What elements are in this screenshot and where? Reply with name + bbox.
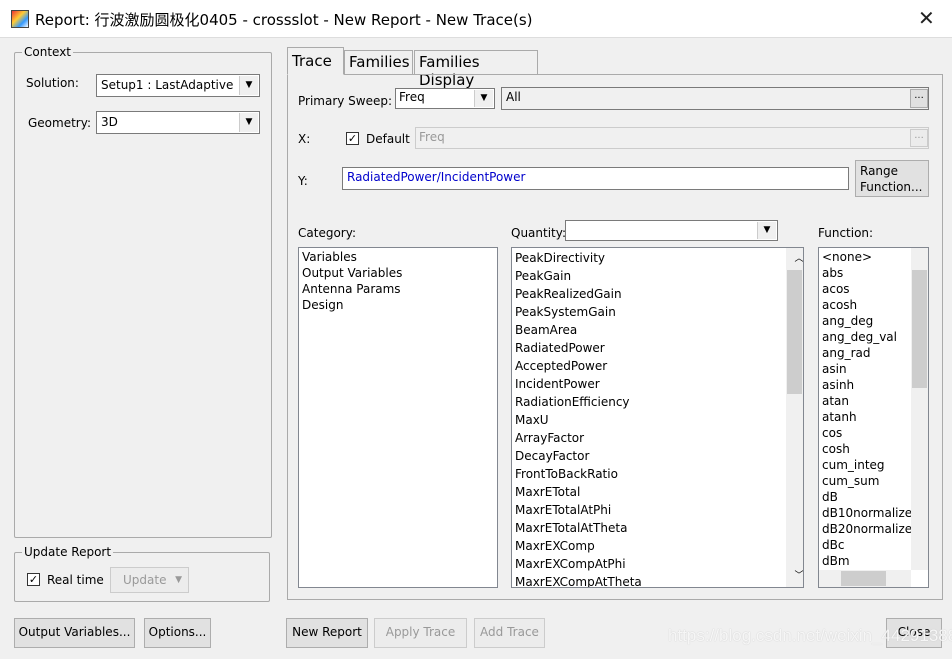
list-item[interactable]: MaxU bbox=[512, 411, 803, 429]
list-item[interactable]: RadiatedPower bbox=[512, 339, 803, 357]
scroll-up-icon[interactable]: ︿ bbox=[789, 250, 803, 268]
list-item[interactable]: RadiationEfficiency bbox=[512, 393, 803, 411]
title-bar: Report: 行波激励圆极化0405 - crossslot - New Re… bbox=[0, 0, 952, 38]
chevron-down-icon[interactable]: ▼ bbox=[239, 76, 258, 95]
geometry-label: Geometry: bbox=[28, 116, 92, 130]
chevron-down-icon: ▼ bbox=[175, 575, 182, 585]
geometry-value: 3D bbox=[101, 115, 118, 129]
geometry-select[interactable]: 3D ▼ bbox=[96, 111, 260, 134]
tab-trace[interactable]: Trace bbox=[287, 47, 344, 75]
function-hscrollbar[interactable] bbox=[819, 570, 911, 587]
list-item[interactable]: DecayFactor bbox=[512, 447, 803, 465]
list-item[interactable]: PeakGain bbox=[512, 267, 803, 285]
scroll-down-icon[interactable]: ﹀ bbox=[789, 567, 803, 585]
realtime-checkbox[interactable]: ✓ bbox=[27, 573, 40, 586]
function-vscrollbar[interactable] bbox=[911, 248, 928, 570]
default-checkbox[interactable]: ✓ bbox=[346, 132, 359, 145]
quantity-filter-select[interactable]: ▼ bbox=[565, 220, 778, 241]
list-item[interactable]: BeamArea bbox=[512, 321, 803, 339]
apply-trace-button[interactable]: Apply Trace bbox=[374, 618, 467, 648]
scroll-thumb[interactable] bbox=[912, 270, 927, 388]
new-report-button[interactable]: New Report bbox=[286, 618, 368, 648]
update-label: Update bbox=[123, 573, 167, 587]
list-item[interactable]: MaxrEXComp bbox=[512, 537, 803, 555]
list-item[interactable]: MaxrETotalAtTheta bbox=[512, 519, 803, 537]
options-button[interactable]: Options... bbox=[144, 618, 211, 648]
quantity-list[interactable]: PeakDirectivity PeakGain PeakRealizedGain P… bbox=[511, 247, 804, 588]
quantity-label: Quantity: bbox=[511, 226, 567, 240]
function-label: Function: bbox=[818, 226, 874, 240]
list-item[interactable]: PeakDirectivity bbox=[512, 249, 803, 267]
list-item[interactable]: AcceptedPower bbox=[512, 357, 803, 375]
chevron-down-icon[interactable]: ▼ bbox=[239, 113, 258, 132]
primary-sweep-select[interactable]: Freq ▼ bbox=[395, 88, 495, 109]
list-item[interactable]: IncidentPower bbox=[512, 375, 803, 393]
list-item[interactable]: MaxrEXCompAtPhi bbox=[512, 555, 803, 573]
chevron-down-icon[interactable]: ▼ bbox=[757, 222, 776, 239]
category-label: Category: bbox=[298, 226, 356, 240]
list-item[interactable]: Variables bbox=[299, 249, 497, 265]
list-item[interactable]: ArrayFactor bbox=[512, 429, 803, 447]
output-variables-button[interactable]: Output Variables... bbox=[14, 618, 135, 648]
close-window-icon[interactable]: ✕ bbox=[918, 6, 935, 30]
primary-sweep-value: Freq bbox=[399, 90, 425, 104]
tab-families[interactable]: Families bbox=[344, 50, 413, 74]
update-report-label: Update Report bbox=[22, 545, 114, 559]
function-list[interactable]: <none> abs acos acosh ang_deg ang_deg_val ang_… bbox=[818, 247, 929, 588]
context-label: Context bbox=[22, 45, 74, 59]
update-button[interactable]: Update ▼ bbox=[110, 567, 189, 593]
solution-value: Setup1 : LastAdaptive bbox=[101, 78, 234, 92]
sweep-values-ellipsis-button[interactable]: ... bbox=[910, 89, 928, 108]
list-item[interactable]: MaxrETotal bbox=[512, 483, 803, 501]
sweep-values-field[interactable]: All bbox=[501, 87, 929, 110]
solution-select[interactable]: Setup1 : LastAdaptive ▼ bbox=[96, 74, 260, 97]
tab-families-display[interactable]: Families Display bbox=[414, 50, 538, 89]
y-expression-input[interactable]: RadiatedPower/IncidentPower bbox=[342, 167, 849, 190]
x-field[interactable]: Freq bbox=[415, 127, 929, 149]
list-item[interactable]: Antenna Params bbox=[299, 281, 497, 297]
list-item[interactable]: Design bbox=[299, 297, 497, 313]
list-item[interactable]: MaxrETotalAtPhi bbox=[512, 501, 803, 519]
list-item[interactable]: PeakSystemGain bbox=[512, 303, 803, 321]
chevron-down-icon[interactable]: ▼ bbox=[474, 90, 493, 107]
y-label: Y: bbox=[298, 174, 308, 188]
list-item[interactable]: Output Variables bbox=[299, 265, 497, 281]
category-list[interactable]: Variables Output Variables Antenna Param… bbox=[298, 247, 498, 588]
x-ellipsis-button[interactable]: ... bbox=[910, 129, 928, 147]
watermark: https://blog.csdn.net/weixin_44291388 bbox=[668, 626, 952, 645]
quantity-scrollbar[interactable]: ︿ ﹀ bbox=[786, 248, 803, 587]
add-trace-button[interactable]: Add Trace bbox=[474, 618, 545, 648]
range-function-button[interactable]: Range Function... bbox=[855, 160, 929, 197]
list-item[interactable]: FrontToBackRatio bbox=[512, 465, 803, 483]
scroll-thumb[interactable] bbox=[787, 270, 802, 394]
list-item[interactable]: MaxrEXCompAtTheta bbox=[512, 573, 803, 587]
app-icon bbox=[11, 10, 29, 28]
window-title: Report: 行波激励圆极化0405 - crossslot - New Re… bbox=[35, 11, 533, 29]
realtime-label: Real time bbox=[47, 573, 104, 587]
primary-sweep-label: Primary Sweep: bbox=[298, 94, 393, 108]
default-label: Default bbox=[366, 132, 410, 146]
x-label: X: bbox=[298, 132, 311, 146]
list-item[interactable]: PeakRealizedGain bbox=[512, 285, 803, 303]
solution-label: Solution: bbox=[26, 76, 79, 90]
